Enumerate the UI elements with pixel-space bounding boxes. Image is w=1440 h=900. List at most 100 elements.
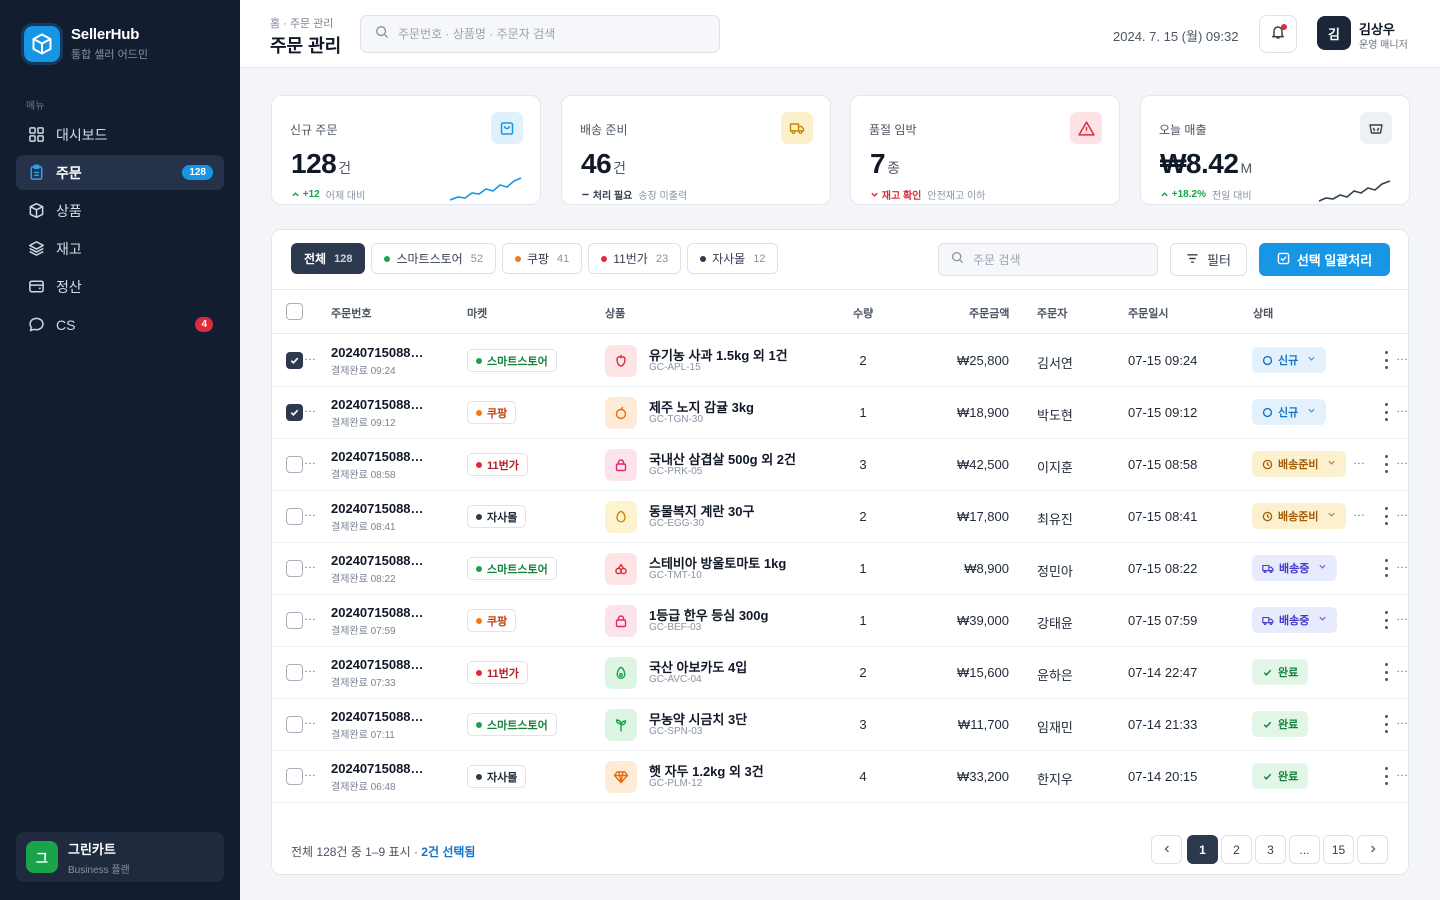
kpi-card-today-sales[interactable]: 오늘 매출 ₩8.42 M +18.2% 전일 대비 (1140, 95, 1410, 205)
tab-all[interactable]: 전체 128 (291, 243, 366, 274)
status-dropdown[interactable]: 배송중 (1252, 607, 1338, 633)
order-number[interactable]: 20240715088… (331, 501, 439, 516)
status-dropdown[interactable]: 배송준비 (1252, 451, 1347, 477)
notifications-button[interactable] (1259, 15, 1297, 53)
column-header[interactable]: 상품 (605, 305, 625, 321)
sidebar-item-dashboard[interactable]: 대시보드 (16, 117, 224, 152)
next-page-button[interactable] (1357, 835, 1388, 864)
row-checkbox[interactable] (286, 612, 303, 629)
kpi-delta-note: 전일 대비 (1211, 191, 1252, 202)
order-number[interactable]: 20240715088… (331, 397, 439, 412)
status-dropdown[interactable]: 완료 (1252, 659, 1309, 685)
status-dropdown[interactable]: 완료 (1252, 763, 1309, 789)
table-row[interactable]: … 20240715088… 결제완료 07:33 11번가 국산 아보카도 4입 GC-… (272, 647, 1408, 699)
sparkline-chart (1319, 180, 1391, 202)
table-row[interactable]: … 20240715088… 결제완료 08:41 자사몰 동물복지 계란 30구 GC-… (272, 491, 1408, 543)
status-dropdown[interactable]: 신규 (1252, 399, 1327, 425)
column-header[interactable]: 주문일시 (1128, 305, 1168, 321)
truck-icon (1262, 615, 1274, 626)
more-actions-icon[interactable] (1380, 403, 1392, 421)
more-actions-icon[interactable] (1380, 611, 1392, 629)
kpi-card-new-orders[interactable]: 신규 주문 128 건 +12 어제 대비 (271, 95, 541, 205)
current-datetime: 2024. 7. 15 (월) 09:32 (1113, 29, 1239, 44)
more-actions-icon[interactable] (1380, 663, 1392, 681)
column-header[interactable]: 주문번호 (331, 305, 371, 321)
page-button[interactable]: 2 (1221, 835, 1252, 864)
page-button[interactable]: 15 (1323, 835, 1354, 864)
orders-panel: 전체128 스마트스토어52 쿠팡41 11번가23 자사몰12 필터 선택 일… (271, 229, 1409, 875)
order-amount: ₩39,000 (956, 613, 1009, 628)
truncation-ellipsis-icon: … (1396, 557, 1408, 571)
table-row[interactable]: … 20240715088… 결제완료 07:11 스마트스토어 무농약 시금치 3단 G… (272, 699, 1408, 751)
table-row[interactable]: … 20240715088… 결제완료 07:59 쿠팡 1등급 한우 등심 300g G… (272, 595, 1408, 647)
order-search-input[interactable] (973, 252, 1143, 267)
more-actions-icon[interactable] (1380, 767, 1392, 785)
row-checkbox[interactable] (286, 716, 303, 733)
row-checkbox[interactable] (286, 404, 303, 421)
kpi-label: 배송 준비 (580, 123, 628, 137)
prev-page-button[interactable] (1151, 835, 1182, 864)
row-checkbox[interactable] (286, 456, 303, 473)
tab-11st[interactable]: 11번가 23 (588, 243, 682, 274)
filter-button[interactable]: 필터 (1170, 243, 1247, 276)
row-checkbox[interactable] (286, 560, 303, 577)
more-actions-icon[interactable] (1380, 455, 1392, 473)
kpi-card-shipping-ready[interactable]: 배송 준비 46 건 처리 필요 송장 미출력 (561, 95, 831, 205)
tab-smartstore[interactable]: 스마트스토어 52 (371, 243, 496, 274)
table-row[interactable]: … 20240715088… 결제완료 08:58 11번가 국내산 삼겹살 500g … (272, 439, 1408, 491)
order-number[interactable]: 20240715088… (331, 605, 439, 620)
more-actions-icon[interactable] (1380, 351, 1392, 369)
row-checkbox[interactable] (286, 352, 303, 369)
global-search-input[interactable] (398, 27, 698, 41)
pagination: 1 2 3 ... 15 (1148, 835, 1388, 864)
brand[interactable]: SellerHub 통합 셀러 어드민 (24, 26, 148, 62)
row-checkbox[interactable] (286, 768, 303, 785)
table-row[interactable]: … 20240715088… 결제완료 09:12 쿠팡 제주 노지 감귤 3kg GC-… (272, 387, 1408, 439)
order-number[interactable]: 20240715088… (331, 553, 439, 568)
sidebar-item-orders[interactable]: 주문 128 (16, 155, 224, 190)
market-dot (476, 669, 482, 676)
column-header[interactable]: 상태 (1253, 305, 1273, 321)
order-number[interactable]: 20240715088… (331, 761, 439, 776)
product-code: GC-PLM-12 (649, 778, 703, 789)
row-checkbox[interactable] (286, 664, 303, 681)
table-row[interactable]: … 20240715088… 결제완료 08:22 스마트스토어 스테비아 방울토마토 … (272, 543, 1408, 595)
status-dropdown[interactable]: 배송중 (1252, 555, 1338, 581)
row-checkbox[interactable] (286, 508, 303, 525)
store-switcher[interactable]: 그 그린카트 Business 플랜 (16, 832, 224, 882)
status-dropdown[interactable]: 완료 (1252, 711, 1309, 737)
tab-coupang[interactable]: 쿠팡 41 (501, 243, 583, 274)
column-header[interactable]: 주문금액 (969, 305, 1009, 321)
more-actions-icon[interactable] (1380, 715, 1392, 733)
global-search[interactable] (360, 15, 720, 53)
order-search[interactable] (938, 243, 1158, 276)
order-number[interactable]: 20240715088… (331, 449, 439, 464)
sidebar-item-cs[interactable]: CS 4 (16, 307, 224, 342)
user-avatar[interactable]: 김 (1317, 16, 1351, 50)
select-all-checkbox[interactable] (286, 303, 303, 320)
clipboard-icon (27, 164, 45, 182)
page-button[interactable]: 1 (1187, 835, 1218, 864)
sidebar-item-settlement[interactable]: 정산 (16, 269, 224, 304)
status-dropdown[interactable]: 배송준비 (1252, 503, 1347, 529)
tab-count: 52 (470, 252, 483, 265)
kpi-card-low-stock[interactable]: 품절 임박 7종 재고 확인 안전재고 이하 (850, 95, 1120, 205)
order-number[interactable]: 20240715088… (331, 709, 439, 724)
status-dropdown[interactable]: 신규 (1252, 347, 1327, 373)
page-button[interactable]: 3 (1255, 835, 1286, 864)
order-number[interactable]: 20240715088… (331, 345, 439, 360)
order-number[interactable]: 20240715088… (331, 657, 439, 672)
layers-icon (27, 240, 45, 258)
column-header[interactable]: 마켓 (467, 305, 487, 321)
column-header[interactable]: 주문자 (1037, 305, 1067, 321)
sidebar-item-inventory[interactable]: 재고 (16, 231, 224, 266)
bulk-process-button[interactable]: 선택 일괄처리 (1259, 243, 1390, 276)
column-header[interactable]: 수량 (853, 305, 873, 321)
table-row[interactable]: … 20240715088… 결제완료 09:24 스마트스토어 유기농 사과 1.5k… (272, 335, 1408, 387)
tab-own-mall[interactable]: 자사몰 12 (687, 243, 779, 274)
sidebar-item-products[interactable]: 상품 (16, 193, 224, 228)
more-actions-icon[interactable] (1380, 559, 1392, 577)
table-row[interactable]: … 20240715088… 결제완료 06:48 자사몰 햇 자두 1.2kg 외 3… (272, 751, 1408, 803)
chat-bubble-icon (27, 316, 45, 334)
more-actions-icon[interactable] (1380, 507, 1392, 525)
